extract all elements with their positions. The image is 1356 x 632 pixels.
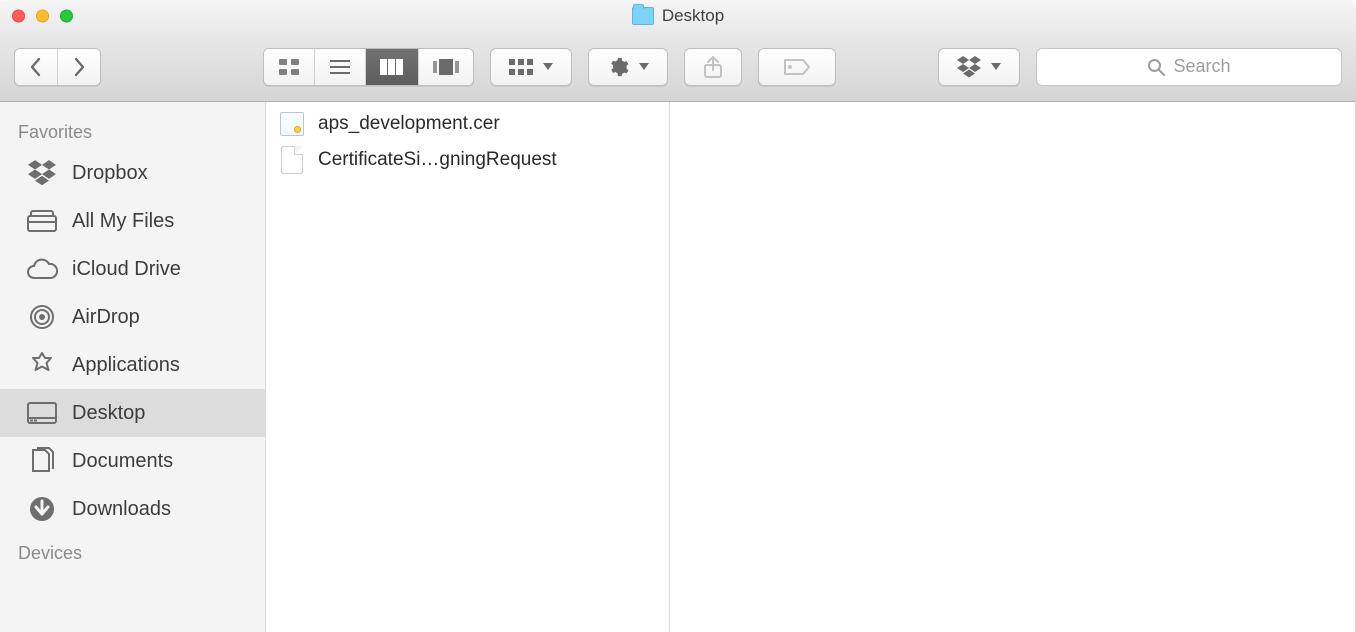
sidebar-item-airdrop[interactable]: AirDrop [0,293,265,341]
window-minimize-button[interactable] [36,10,49,23]
finder-body: Favorites Dropbox All My Files iCloud Dr… [0,102,1356,632]
desktop-icon [26,399,58,427]
folder-icon [632,7,654,25]
icon-view-button[interactable] [264,49,315,85]
sidebar-item-all-my-files[interactable]: All My Files [0,197,265,245]
chevron-down-icon [639,63,649,70]
share-icon [703,55,723,79]
window-title: Desktop [632,6,724,26]
share-button[interactable] [684,48,742,86]
gear-icon [607,56,629,78]
sidebar-item-label: Desktop [72,402,145,425]
sidebar-section-devices: Devices [0,533,265,570]
chevron-down-icon [991,63,1001,70]
generic-file-icon [278,146,306,174]
icon-view-icon [278,58,300,76]
dropbox-icon [957,56,981,78]
sidebar-section-favorites: Favorites [0,112,265,149]
file-row[interactable]: aps_development.cer [266,106,669,142]
sidebar-item-label: All My Files [72,210,174,233]
file-name: aps_development.cer [318,113,500,135]
search-placeholder: Search [1173,56,1230,77]
arrange-icon [509,59,533,75]
toolbar: Search [0,32,1356,102]
action-button[interactable] [588,48,668,86]
dropbox-action-button[interactable] [938,48,1020,86]
window-zoom-button[interactable] [60,10,73,23]
downloads-icon [26,495,58,523]
forward-button[interactable] [58,49,100,85]
sidebar-item-label: Dropbox [72,162,148,185]
sidebar-item-label: iCloud Drive [72,258,181,281]
search-field[interactable]: Search [1036,48,1342,86]
sidebar-item-label: AirDrop [72,306,140,329]
chevron-down-icon [543,63,553,70]
arrange-button[interactable] [490,48,572,86]
applications-icon [26,351,58,379]
title-bar: Desktop [0,0,1356,32]
column-view-button[interactable] [366,49,419,85]
window-close-button[interactable] [12,10,25,23]
dropbox-icon [26,159,58,187]
tags-button[interactable] [758,48,836,86]
back-button[interactable] [15,49,58,85]
file-column[interactable]: aps_development.cer CertificateSi…gningR… [266,102,670,632]
list-view-button[interactable] [315,49,366,85]
preview-column [670,102,1356,632]
airdrop-icon [26,303,58,331]
sidebar-item-applications[interactable]: Applications [0,341,265,389]
file-row[interactable]: CertificateSi…gningRequest [266,142,669,178]
column-view-icon [380,59,404,75]
documents-icon [26,447,58,475]
tag-icon [783,58,811,76]
chevron-right-icon [72,57,86,77]
sidebar-item-label: Applications [72,354,180,377]
sidebar-item-documents[interactable]: Documents [0,437,265,485]
sidebar-item-dropbox[interactable]: Dropbox [0,149,265,197]
chevron-left-icon [29,57,43,77]
traffic-lights [0,10,73,23]
window-title-text: Desktop [662,6,724,26]
coverflow-view-icon [433,59,459,75]
file-name: CertificateSi…gningRequest [318,149,557,171]
coverflow-view-button[interactable] [419,49,473,85]
sidebar: Favorites Dropbox All My Files iCloud Dr… [0,102,266,632]
list-view-icon [329,59,351,75]
sidebar-item-desktop[interactable]: Desktop [0,389,265,437]
sidebar-item-downloads[interactable]: Downloads [0,485,265,533]
search-icon [1147,58,1165,76]
sidebar-item-icloud-drive[interactable]: iCloud Drive [0,245,265,293]
nav-segment [14,48,101,86]
certificate-file-icon [278,110,306,138]
sidebar-item-label: Downloads [72,498,171,521]
allmyfiles-icon [26,207,58,235]
sidebar-item-label: Documents [72,450,173,473]
view-segment [263,48,474,86]
icloud-icon [26,255,58,283]
